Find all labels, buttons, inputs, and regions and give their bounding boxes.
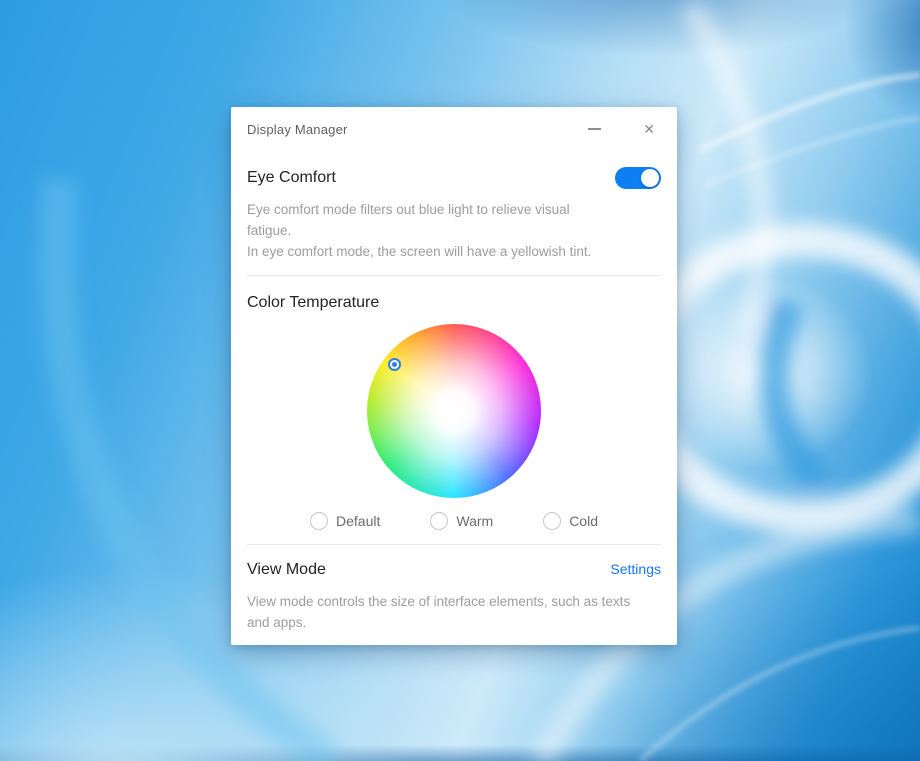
radio-circle xyxy=(430,512,448,530)
display-manager-window: Display Manager ✕ Eye Comfort Eye comfor… xyxy=(231,107,677,645)
radio-label: Warm xyxy=(456,513,493,529)
eye-comfort-description: Eye comfort mode filters out blue light … xyxy=(247,199,661,241)
eye-comfort-section-header: Eye Comfort xyxy=(247,167,661,189)
view-mode-description: View mode controls the size of interface… xyxy=(247,591,661,633)
radio-option-default[interactable]: Default xyxy=(310,512,380,530)
radio-label: Default xyxy=(336,513,380,529)
toggle-knob xyxy=(641,169,659,187)
color-wheel-container xyxy=(367,324,541,498)
radio-circle xyxy=(310,512,328,530)
eye-comfort-title: Eye Comfort xyxy=(247,167,336,189)
divider xyxy=(247,544,661,545)
close-button[interactable]: ✕ xyxy=(639,119,659,139)
divider xyxy=(247,275,661,276)
radio-label: Cold xyxy=(569,513,598,529)
color-wheel[interactable] xyxy=(367,324,541,498)
radio-option-warm[interactable]: Warm xyxy=(430,512,493,530)
view-mode-section-header: View Mode Settings xyxy=(247,559,661,581)
radio-option-cold[interactable]: Cold xyxy=(543,512,598,530)
color-wheel-selector[interactable] xyxy=(388,358,401,371)
view-mode-title: View Mode xyxy=(247,559,326,581)
eye-comfort-toggle[interactable] xyxy=(615,167,661,189)
minimize-button[interactable] xyxy=(584,119,605,139)
settings-link[interactable]: Settings xyxy=(610,561,661,577)
radio-circle xyxy=(543,512,561,530)
color-temperature-options: Default Warm Cold xyxy=(247,511,661,531)
minimize-icon xyxy=(588,128,601,130)
eye-comfort-tint-note: In eye comfort mode, the screen will hav… xyxy=(247,241,661,262)
titlebar: Display Manager ✕ xyxy=(247,107,661,139)
window-title: Display Manager xyxy=(247,122,348,137)
color-temperature-title: Color Temperature xyxy=(247,292,661,314)
close-icon: ✕ xyxy=(643,122,655,136)
window-controls: ✕ xyxy=(584,119,661,139)
